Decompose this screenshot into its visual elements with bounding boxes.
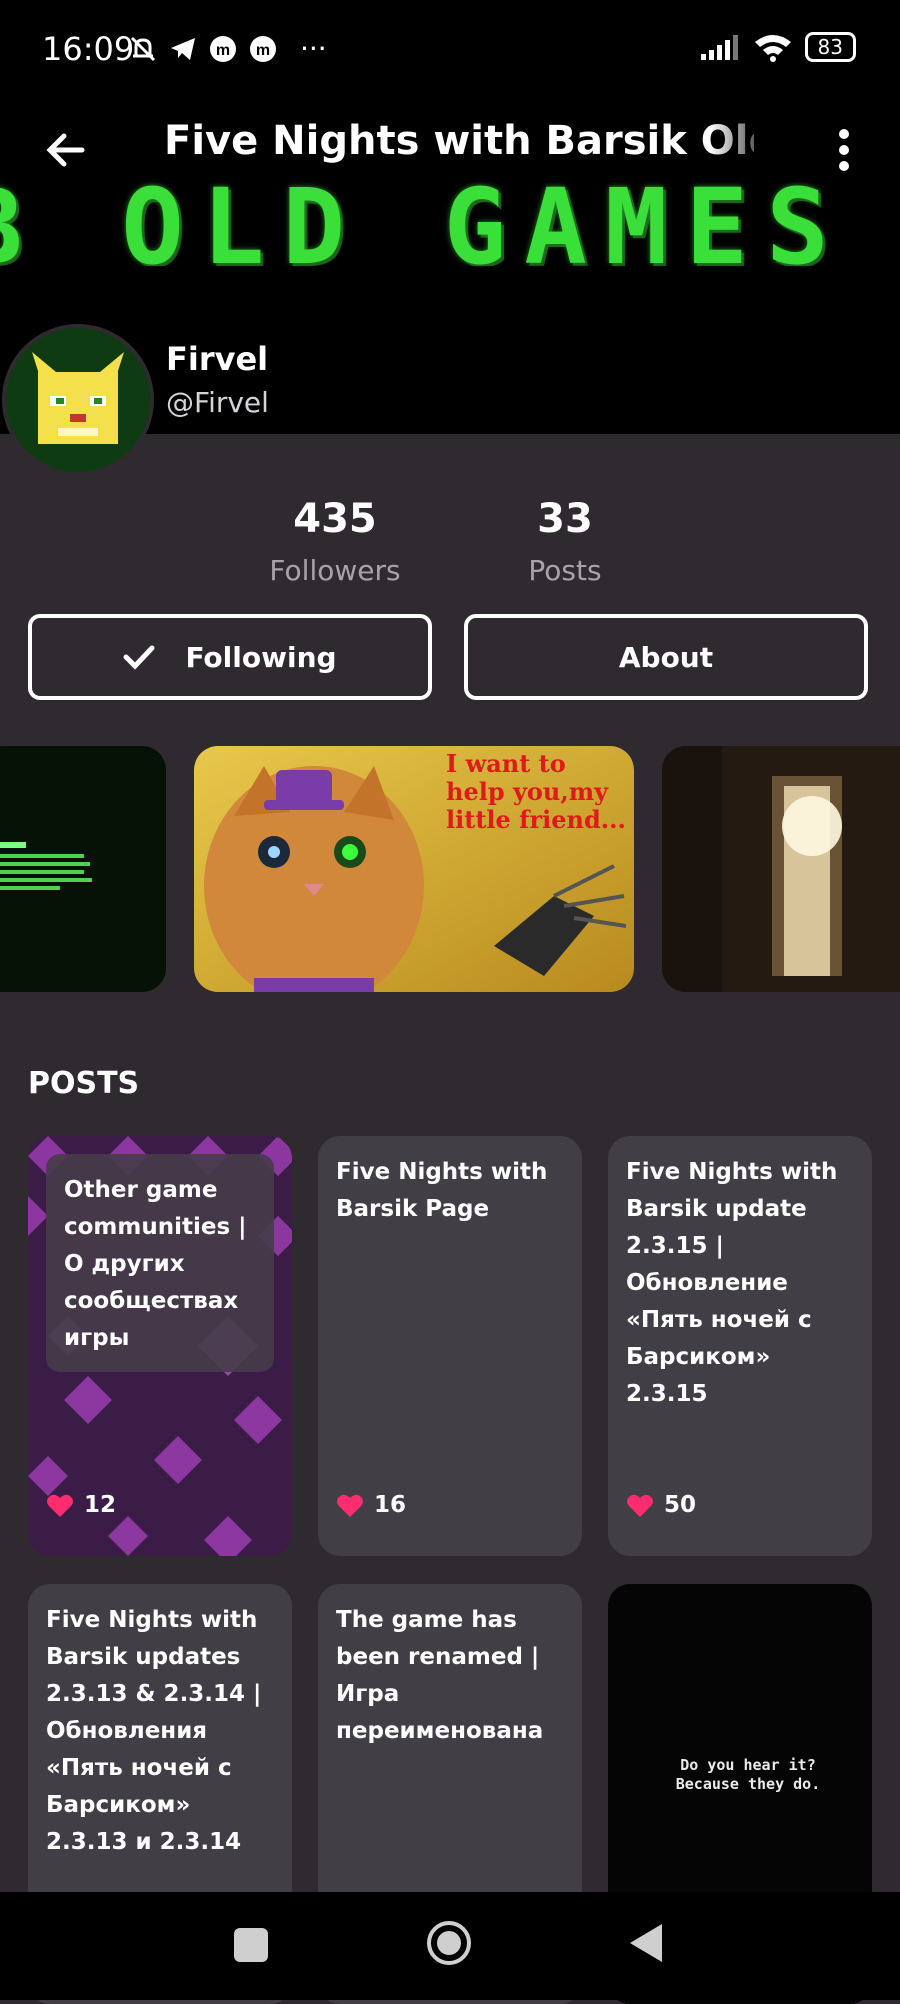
- post-title: Five Nights with Barsik update 2.3.15 | …: [626, 1159, 838, 1407]
- status-time: 16:09: [42, 30, 135, 68]
- post-title: Do you hear it? Because they do.: [675, 1756, 821, 1793]
- arrow-left-icon: [46, 133, 85, 167]
- post-likes: 50: [626, 1492, 696, 1518]
- post-title: The game has been renamed | Игра переиме…: [336, 1607, 544, 1744]
- page-title: Five Nights with Barsik Old Games Archiv…: [164, 118, 754, 164]
- carousel-item-doorway[interactable]: [662, 746, 900, 992]
- posts-count: 33: [537, 496, 593, 542]
- followers-label: Followers: [269, 554, 401, 587]
- system-icons: 83: [699, 32, 856, 62]
- post-title: Other game communities | О других сообще…: [64, 1177, 247, 1351]
- post-title: Five Nights with Barsik updates 2.3.13 &…: [46, 1607, 262, 1855]
- carousel-item-terminal[interactable]: [0, 746, 166, 992]
- about-button[interactable]: About: [464, 614, 868, 700]
- banner-text: B OLD GAMES ARCH: [0, 166, 900, 266]
- recent-apps-button[interactable]: [234, 1928, 268, 1962]
- system-navigation-bar: [0, 1892, 900, 2000]
- post-like-count: 12: [84, 1492, 117, 1518]
- post-title: Five Nights with Barsik Page: [336, 1159, 548, 1222]
- post-card[interactable]: Five Nights with Barsik update 2.3.15 | …: [608, 1136, 872, 1556]
- following-label: Following: [185, 640, 337, 674]
- app-m-icon: m: [250, 35, 276, 62]
- post-card[interactable]: Five Nights with Barsik Page 16: [318, 1136, 582, 1556]
- posts-stat[interactable]: 33 Posts: [520, 496, 610, 587]
- telegram-icon: [171, 37, 195, 60]
- svg-text:m: m: [256, 42, 270, 59]
- carousel-caption: I want to help you,my little friend...: [446, 749, 626, 834]
- post-like-count: 50: [664, 1492, 697, 1518]
- posts-label: Posts: [528, 554, 602, 587]
- author-handle: @Firvel: [166, 386, 269, 419]
- followers-count: 435: [293, 496, 377, 542]
- about-label: About: [618, 640, 714, 674]
- more-notifications-icon: ···: [300, 32, 327, 65]
- heart-icon: [627, 1494, 653, 1517]
- post-likes: 16: [336, 1492, 406, 1518]
- post-like-count: 16: [374, 1492, 407, 1518]
- wifi-icon: [754, 35, 791, 62]
- post-card[interactable]: Other game communities | О других сообще…: [28, 1136, 292, 1556]
- svg-text:m: m: [216, 42, 230, 59]
- community-banner: B OLD GAMES ARCH: [0, 166, 900, 266]
- following-button[interactable]: Following: [28, 614, 432, 700]
- post-likes: 12: [46, 1492, 116, 1518]
- heart-icon: [337, 1494, 363, 1517]
- signal-icon: [700, 35, 738, 60]
- pixel-cat-avatar-icon: [6, 328, 150, 472]
- doorway-image: [662, 746, 900, 992]
- author-name[interactable]: Firvel: [166, 340, 268, 378]
- avatar[interactable]: [2, 324, 154, 476]
- status-bar: 16:09 m m ··· 83: [0, 0, 900, 100]
- posts-section-title: POSTS: [28, 1066, 140, 1101]
- terminal-screenshot-image: [0, 746, 166, 992]
- home-circle-icon: [427, 1921, 471, 1965]
- notification-icons: m m ···: [128, 32, 327, 65]
- triangle-back-icon: [630, 1924, 662, 1962]
- bell-muted-icon: [130, 36, 156, 61]
- app-m-icon: m: [210, 35, 236, 62]
- battery-indicator: 83: [804, 32, 856, 62]
- back-nav-button[interactable]: [628, 1922, 664, 1964]
- heart-icon: [47, 1494, 73, 1517]
- followers-stat[interactable]: 435 Followers: [262, 496, 408, 587]
- checkmark-icon: [123, 645, 155, 670]
- home-button[interactable]: [426, 1920, 472, 1966]
